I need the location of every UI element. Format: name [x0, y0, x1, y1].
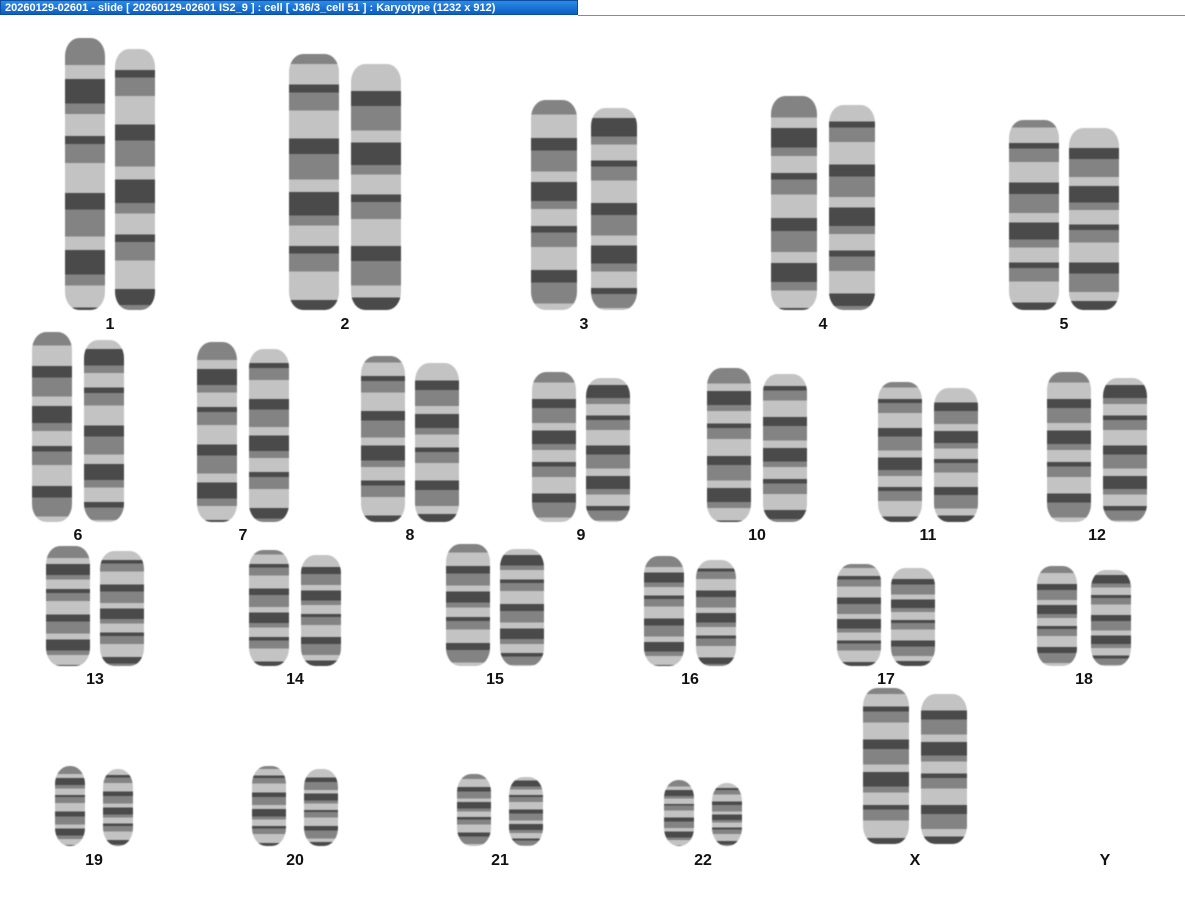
chromosome-label-2: 2 — [340, 316, 350, 333]
chromosome-label-21: 21 — [491, 852, 509, 869]
chromosome-label-20: 20 — [286, 852, 304, 869]
chromosome-16-1[interactable] — [644, 556, 684, 666]
chromosome-2-1[interactable] — [289, 54, 339, 310]
chromosome-16-2[interactable] — [696, 560, 736, 666]
chromosome-label-19: 19 — [85, 852, 103, 869]
chromosome-4-2[interactable] — [829, 105, 875, 310]
chromosome-17-2[interactable] — [891, 568, 935, 666]
chromosome-3-1[interactable] — [531, 100, 577, 310]
chromosome-20-2[interactable] — [304, 769, 338, 846]
chromosome-9-1[interactable] — [532, 372, 576, 522]
chromosome-17-1[interactable] — [837, 564, 881, 666]
chromosome-label-9: 9 — [576, 527, 586, 544]
chromosome-13-2[interactable] — [100, 551, 144, 666]
window-title-bar[interactable]: 20260129-02601 - slide [ 20260129-02601 … — [0, 0, 578, 15]
window-title: 20260129-02601 - slide [ 20260129-02601 … — [5, 2, 496, 14]
chromosome-label-4: 4 — [818, 316, 828, 333]
chromosome-label-16: 16 — [681, 671, 699, 688]
chromosome-label-11: 11 — [919, 527, 937, 544]
chromosome-21-1[interactable] — [457, 774, 491, 846]
chromosome-label-3: 3 — [579, 316, 589, 333]
chromosome-10-1[interactable] — [707, 368, 751, 522]
chromosome-1-1[interactable] — [65, 38, 105, 310]
chromosome-15-2[interactable] — [500, 549, 544, 666]
chromosome-6-2[interactable] — [84, 340, 124, 522]
chromosome-label-x: X — [909, 852, 921, 869]
chromosome-18-2[interactable] — [1091, 570, 1131, 666]
chromosome-12-2[interactable] — [1103, 378, 1147, 522]
chromosome-label-6: 6 — [73, 527, 83, 544]
chromosome-label-22: 22 — [694, 852, 712, 869]
chromosome-18-1[interactable] — [1037, 566, 1077, 666]
chromosome-7-1[interactable] — [197, 342, 237, 522]
chromosome-15-1[interactable] — [446, 544, 490, 666]
chromosome-11-2[interactable] — [934, 388, 978, 522]
chromosome-label-1: 1 — [105, 316, 115, 333]
chromosome-12-1[interactable] — [1047, 372, 1091, 522]
chromosome-10-2[interactable] — [763, 374, 807, 522]
chromosome-label-14: 14 — [286, 671, 304, 688]
chromosome-2-2[interactable] — [351, 64, 401, 310]
chromosome-label-17: 17 — [877, 671, 895, 688]
chromosome-19-1[interactable] — [55, 766, 85, 846]
chromosome-7-2[interactable] — [249, 349, 289, 522]
chromosome-3-2[interactable] — [591, 108, 637, 310]
chromosome-label-8: 8 — [405, 527, 415, 544]
chromosome-19-2[interactable] — [103, 769, 133, 846]
chromosome-x-1[interactable] — [863, 688, 909, 844]
chromosome-14-1[interactable] — [249, 550, 289, 666]
chromosome-label-y: Y — [1099, 852, 1111, 869]
chromosome-22-2[interactable] — [712, 783, 742, 846]
chromosome-14-2[interactable] — [301, 555, 341, 666]
chromosome-22-1[interactable] — [664, 780, 694, 846]
chromosome-5-1[interactable] — [1009, 120, 1059, 310]
chromosome-20-1[interactable] — [252, 766, 286, 846]
chromosome-label-13: 13 — [86, 671, 104, 688]
chromosome-label-7: 7 — [238, 527, 248, 544]
chromosome-label-18: 18 — [1075, 671, 1093, 688]
chromosome-6-1[interactable] — [32, 332, 72, 522]
chromosome-x-2[interactable] — [921, 694, 967, 844]
chromosome-9-2[interactable] — [586, 378, 630, 522]
karyotype-canvas: 1 2 3 4 5 6 7 8 9 10 11 12 13 14 15 16 17 18 19 20 21 22 X Y — [0, 16, 1185, 899]
chromosome-21-2[interactable] — [509, 777, 543, 846]
chromosome-label-10: 10 — [748, 527, 766, 544]
chromosome-11-1[interactable] — [878, 382, 922, 522]
chromosome-label-12: 12 — [1088, 527, 1106, 544]
chromosome-1-2[interactable] — [115, 49, 155, 310]
chromosome-5-2[interactable] — [1069, 128, 1119, 310]
chromosome-label-15: 15 — [486, 671, 504, 688]
chromosome-4-1[interactable] — [771, 96, 817, 310]
chromosome-8-2[interactable] — [415, 363, 459, 522]
chromosome-8-1[interactable] — [361, 356, 405, 522]
chromosome-label-5: 5 — [1059, 316, 1069, 333]
chromosome-13-1[interactable] — [46, 546, 90, 666]
